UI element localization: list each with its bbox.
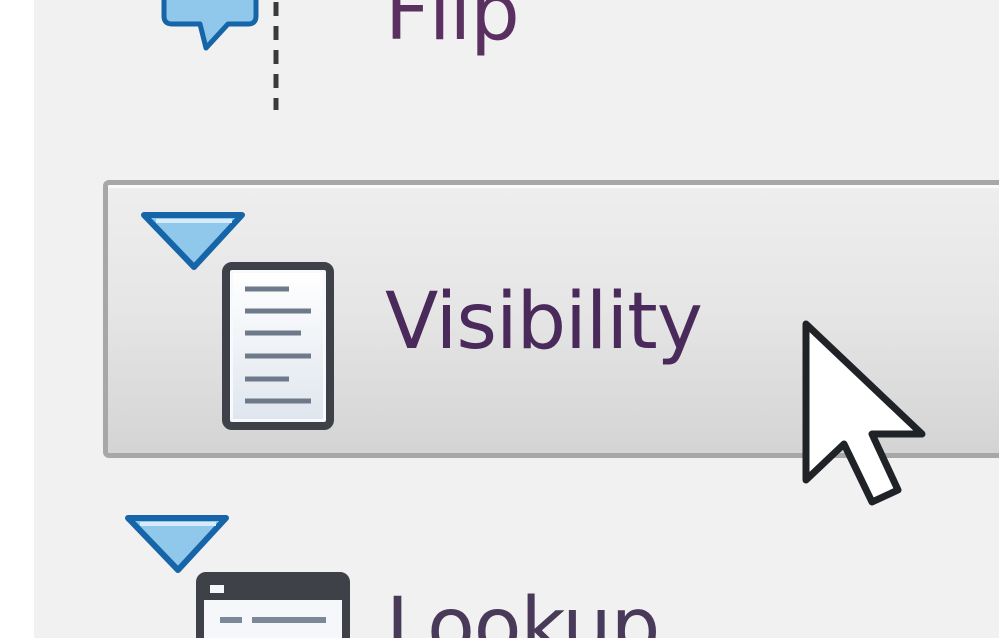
document-lines-icon	[222, 262, 334, 430]
toolbar-item-label: Visibility	[385, 277, 703, 367]
toolbar-panel: Flip Visibility Lookup	[0, 0, 999, 638]
mouse-cursor-icon	[802, 320, 926, 506]
toolbar-item-label: Flip	[385, 0, 520, 58]
toolbar-item-label: Lookup	[386, 582, 660, 638]
speech-bubble-dropdown-icon[interactable]	[158, 0, 262, 64]
panel-gutter	[0, 0, 34, 638]
window-table-icon	[196, 572, 350, 638]
chevron-down-icon[interactable]	[122, 512, 234, 578]
dashed-line-icon	[273, 2, 279, 110]
